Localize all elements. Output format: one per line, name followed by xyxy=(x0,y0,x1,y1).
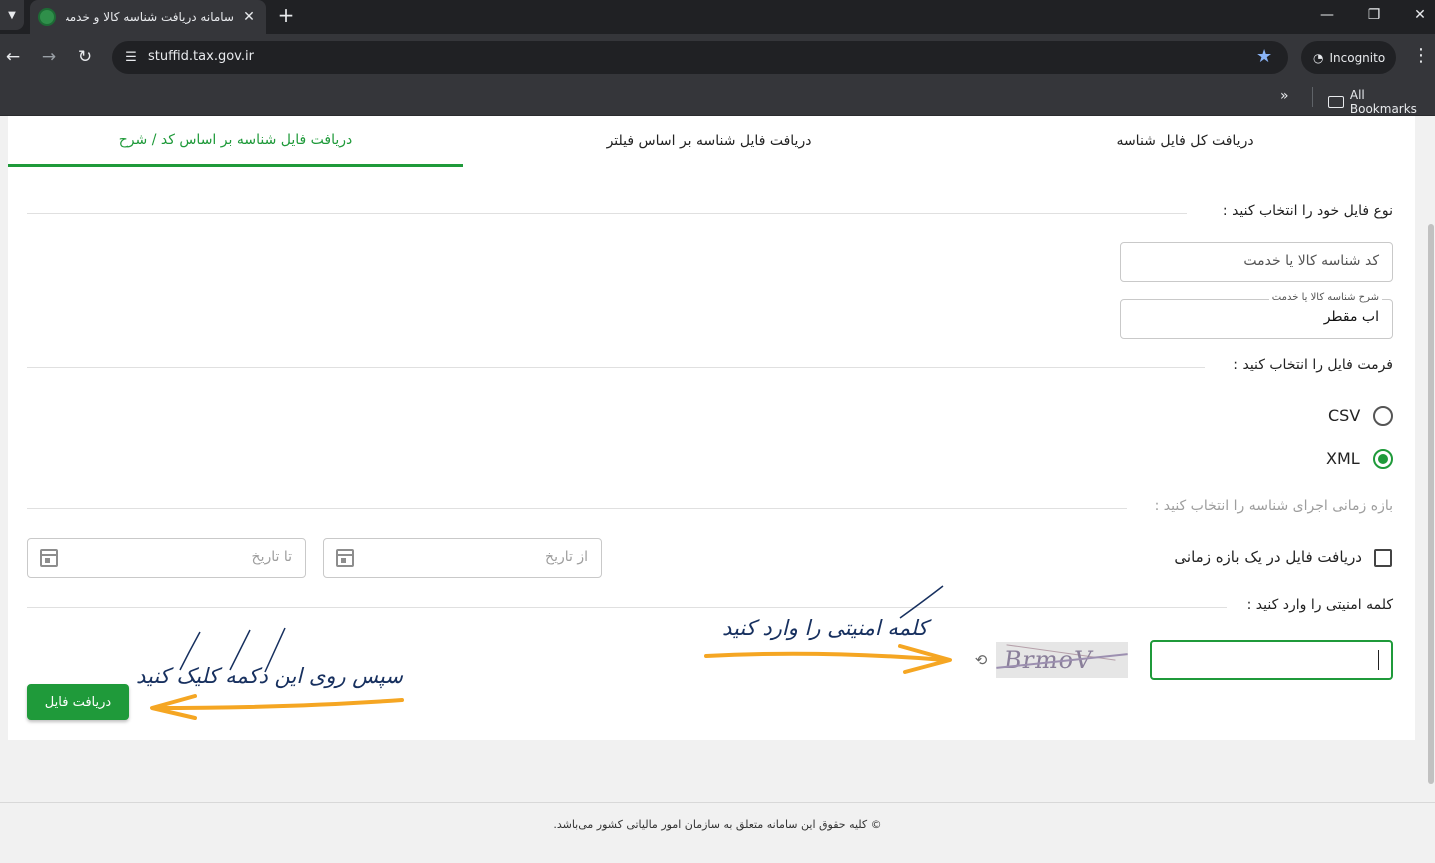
code-input[interactable]: کد شناسه کالا یا خدمت xyxy=(1120,242,1393,282)
close-window-close-icon[interactable]: ✕ xyxy=(1397,0,1435,30)
url-text[interactable]: stuffid.tax.gov.ir xyxy=(148,49,254,64)
browser-tab[interactable]: سامانه دریافت شناسه کالا و خدمت ✕ xyxy=(30,0,266,34)
download-tabs: دریافت کل فایل شناسه دریافت فایل شناسه ب… xyxy=(8,116,1415,168)
page-scrollbar[interactable] xyxy=(1427,116,1435,863)
xml-label[interactable]: XML xyxy=(1326,449,1360,468)
orange-arrow-shaft xyxy=(704,651,947,662)
site-favicon-icon xyxy=(38,8,56,26)
orange-arrow-shaft xyxy=(152,698,404,710)
divider xyxy=(27,367,1205,368)
folder-icon xyxy=(1328,96,1344,108)
divider xyxy=(27,213,1187,214)
captcha-input[interactable] xyxy=(1150,640,1393,680)
description-input-value[interactable]: اب مقطر xyxy=(1324,309,1379,325)
from-date-input[interactable]: از تاریخ xyxy=(323,538,602,578)
bookmarks-divider xyxy=(1312,87,1313,107)
button-hint-arrow xyxy=(150,627,404,720)
forward-arrow-right-icon[interactable]: → xyxy=(37,45,61,69)
captcha-label: کلمه امنیتی را وارد کنید : xyxy=(1246,597,1393,613)
captcha-refresh-icon[interactable]: ⟲ xyxy=(972,651,990,669)
tab-code-description-file[interactable]: دریافت فایل شناسه بر اساس کد / شرح xyxy=(8,116,463,167)
to-date-placeholder: تا تاریخ xyxy=(251,549,292,565)
new-tab-plus-icon[interactable]: + xyxy=(276,2,296,28)
scrollbar-thumb[interactable] xyxy=(1428,224,1434,784)
all-bookmarks-button[interactable]: All Bookmarks xyxy=(1328,88,1435,116)
minimize-icon[interactable]: — xyxy=(1304,0,1350,30)
footer-divider xyxy=(0,802,1435,803)
tab-full-file[interactable]: دریافت کل فایل شناسه xyxy=(1026,116,1344,166)
divider xyxy=(27,607,1227,608)
tab-list-chevron-down-icon[interactable]: ▼ xyxy=(0,0,24,30)
copyright-footer: © کلیه حقوق این سامانه متعلق به سازمان ا… xyxy=(553,818,882,831)
calendar-icon[interactable] xyxy=(40,549,58,567)
hint-swash xyxy=(899,585,944,619)
bookmark-star-icon[interactable]: ★ xyxy=(1256,46,1272,67)
address-bar[interactable]: ☰ stuffid.tax.gov.ir ★ xyxy=(112,41,1288,74)
hint-swash xyxy=(179,627,286,673)
all-bookmarks-label: All Bookmarks xyxy=(1349,88,1417,116)
code-input-placeholder: کد شناسه کالا یا خدمت xyxy=(1243,253,1379,269)
back-arrow-left-icon[interactable]: ← xyxy=(1,45,25,69)
format-label: فرمت فایل را انتخاب کنید : xyxy=(1233,357,1393,373)
to-date-input[interactable]: تا تاریخ xyxy=(27,538,306,578)
divider xyxy=(27,508,1127,509)
period-label: بازه زمانی اجرای شناسه را انتخاب کنید : xyxy=(1154,498,1393,514)
restore-icon[interactable]: ❐ xyxy=(1351,0,1397,30)
captcha-image: BrmoV xyxy=(996,642,1128,678)
browser-tab-title: سامانه دریافت شناسه کالا و خدمت xyxy=(66,10,234,24)
period-checkbox-label[interactable]: دریافت فایل در یک بازه زمانی xyxy=(1174,548,1362,566)
calendar-icon[interactable] xyxy=(336,549,354,567)
reload-icon[interactable]: ↻ xyxy=(73,45,97,69)
file-type-label: نوع فایل خود را انتخاب کنید : xyxy=(1222,203,1393,219)
radio-xml[interactable] xyxy=(1373,449,1393,469)
close-tab-close-icon[interactable]: ✕ xyxy=(240,9,258,25)
tab-filter-file[interactable]: دریافت فایل شناسه بر اساس فیلتر xyxy=(564,116,854,166)
incognito-label: Incognito xyxy=(1329,50,1386,65)
radio-csv[interactable] xyxy=(1373,406,1393,426)
text-caret xyxy=(1378,650,1379,670)
incognito-indicator[interactable]: ◔ Incognito xyxy=(1301,41,1396,74)
download-file-button[interactable]: دریافت فایل xyxy=(27,684,129,720)
csv-label[interactable]: CSV xyxy=(1328,406,1360,425)
bookmarks-bar: » All Bookmarks xyxy=(0,80,1435,116)
description-input[interactable]: شرح شناسه کالا یا خدمت اب مقطر xyxy=(1120,292,1393,339)
description-input-legend: شرح شناسه کالا یا خدمت xyxy=(1268,292,1382,303)
captcha-hint-arrow xyxy=(704,585,952,674)
browser-menu-kebab-icon[interactable]: ⋮ xyxy=(1411,45,1431,66)
period-checkbox[interactable] xyxy=(1374,549,1392,567)
incognito-icon: ◔ xyxy=(1313,50,1324,65)
more-bookmarks-double-chevron-icon[interactable]: » xyxy=(1280,88,1289,104)
from-date-placeholder: از تاریخ xyxy=(545,549,588,565)
site-info-tune-icon[interactable]: ☰ xyxy=(122,48,140,66)
